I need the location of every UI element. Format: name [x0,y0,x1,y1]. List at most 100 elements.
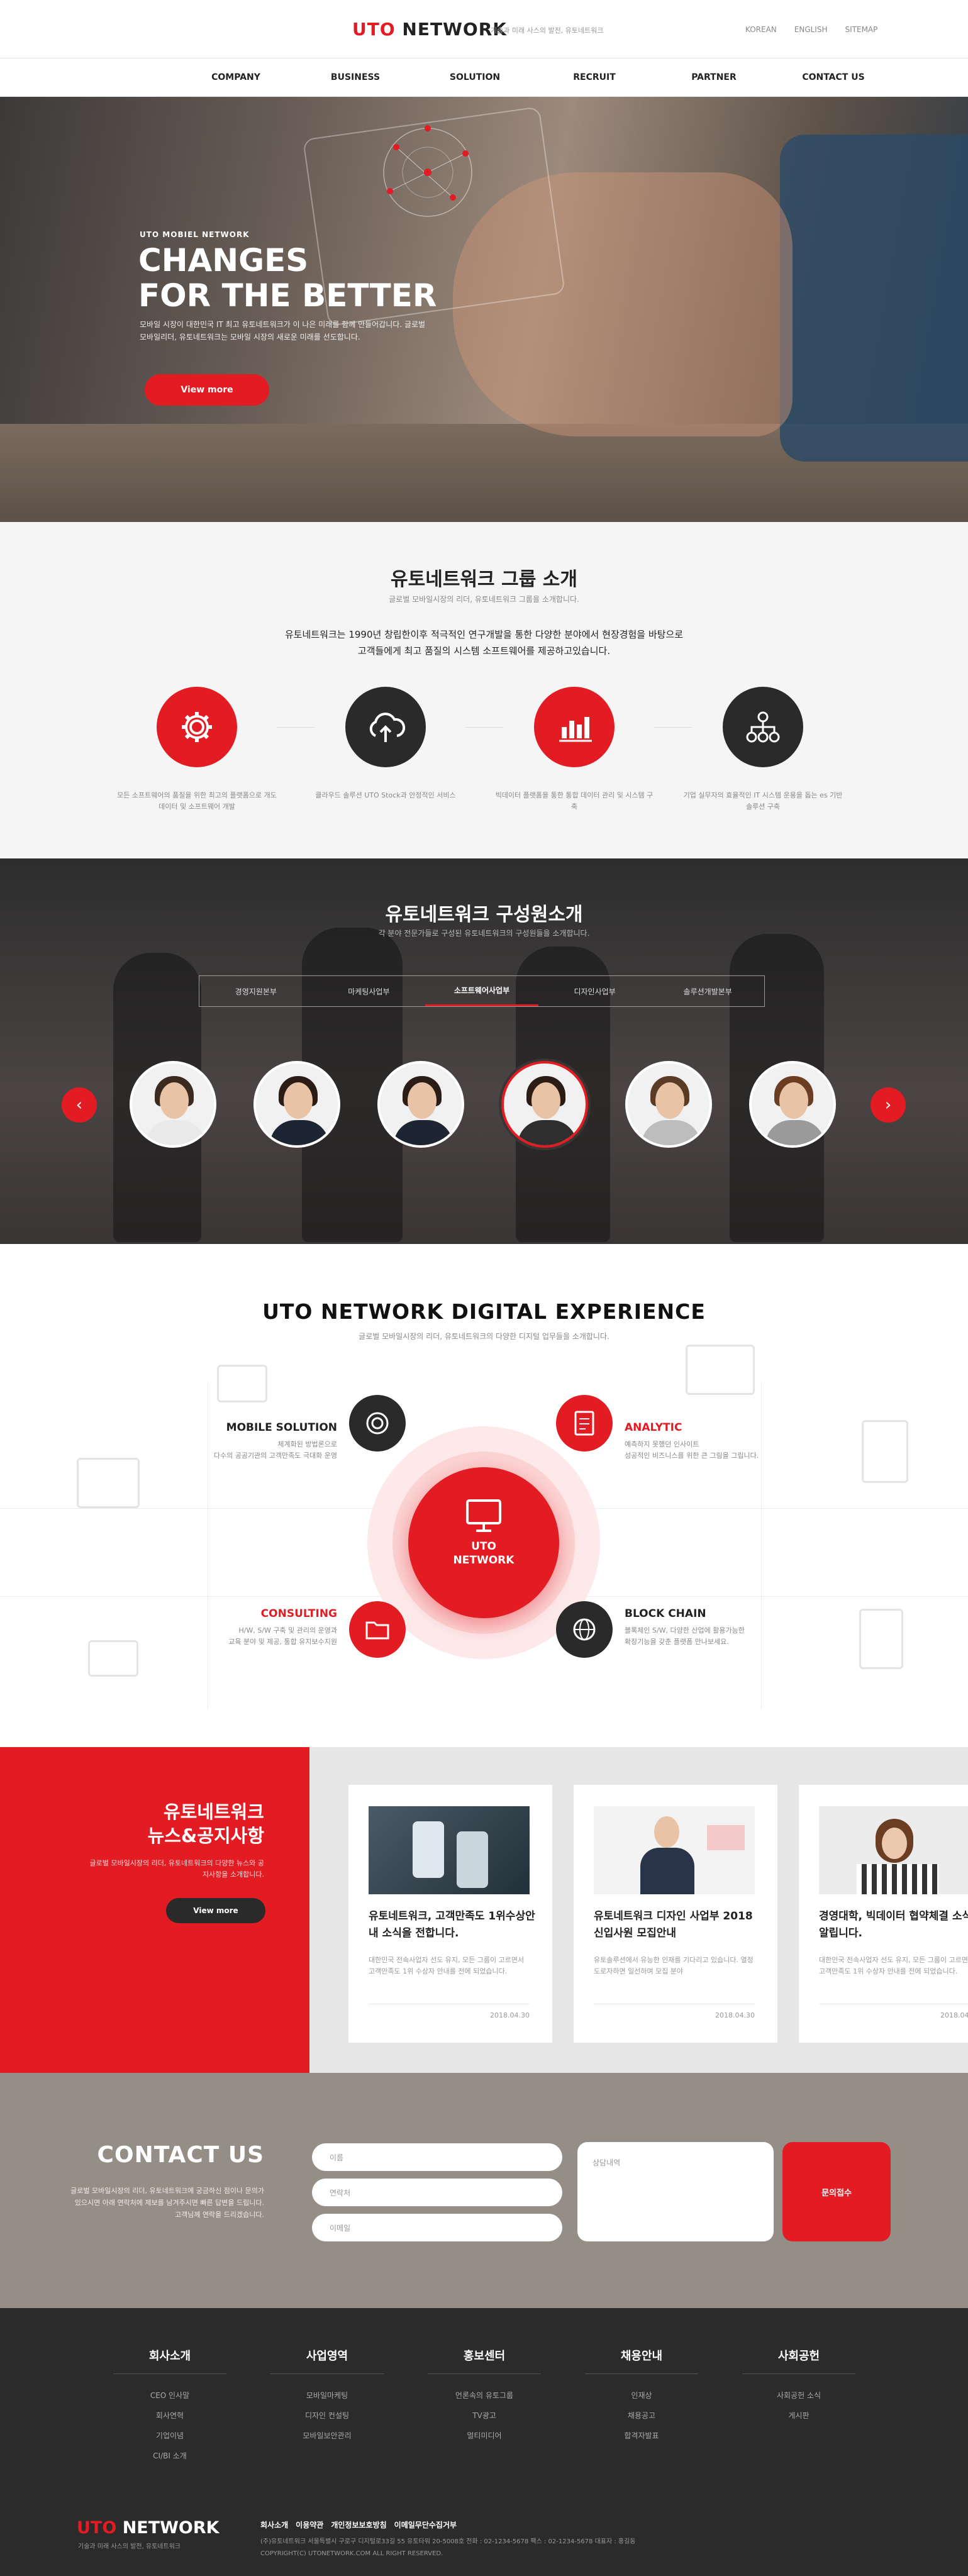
footer-link[interactable]: CEO 인사말 [113,2385,226,2406]
news-card-date: 2018.04.30 [715,2011,755,2019]
footer-link[interactable]: 모바일마케팅 [270,2385,384,2406]
member-avatar[interactable] [625,1061,712,1148]
name-input[interactable]: 이름 [312,2143,562,2171]
nav-recruit[interactable]: RECRUIT [535,72,654,82]
news-card[interactable]: 경영대학, 빅데이터 협약체결 소식을 알립니다. 대한민국 전속사업자 선도 … [799,1785,968,2043]
mobile-solution-desc: 체계화된 방법론으로 다수의 공공기관의 고객만족도 극대화 운영 [213,1440,337,1460]
nav-company[interactable]: COMPANY [176,72,296,82]
footer-privacy-link[interactable]: 개인정보보호방침 [331,2519,386,2530]
tab-marketing[interactable]: 마케팅사업부 [313,976,426,1006]
feature-item: 클라우드 솔루션 UTO Stock과 안정적인 서비스 [304,687,467,801]
news-card-desc: 유토솔루션에서 유능한 인재를 기다리고 있습니다. 열정도로자하면 일선하며 … [594,1956,754,1975]
inquiry-textarea[interactable]: 상담내역 [577,2142,774,2241]
analytics-icon [534,687,615,767]
news-view-more-button[interactable]: View more [166,1898,265,1923]
footer-email-policy-link[interactable]: 이메일무단수집거부 [394,2519,457,2530]
next-arrow-button[interactable]: › [871,1087,906,1123]
laptop-outline-icon [686,1345,755,1395]
phone-outline-icon [859,1609,903,1669]
team-section: 유토네트워크 구성원소개 각 분야 전문가들로 구성된 유토네트워크의 구성원들… [0,858,968,1244]
footer-policy-links: 회사소개 이용약관 개인정보보호방침 이메일무단수집거부 [260,2519,457,2530]
submit-inquiry-button[interactable]: 문의접수 [782,2142,891,2241]
footer-column-business: 사업영역 모바일마케팅 디자인 컨설팅 모바일보안관리 [270,2347,384,2446]
news-card-title: 유토네트워크, 고객만족도 1위수상안내 소식을 전합니다. [369,1910,535,1940]
footer-column-recruit: 채용안내 인재상 채용공고 합격자발표 [585,2347,698,2446]
digital-title: UTO NETWORK DIGITAL EXPERIENCE [262,1299,706,1324]
analytic-title: ANALYTIC [625,1421,682,1434]
header-tagline: 기술과 미래 사스의 발전, 유토네트워크 [491,26,604,35]
footer-link[interactable]: 모바일보안관리 [270,2426,384,2446]
feature-item: 빅데이터 플랫폼을 통한 통합 데이터 관리 및 시스템 구축 [492,687,656,813]
footer-link[interactable]: 인재상 [585,2385,698,2406]
footer-link[interactable]: 디자인 컨설팅 [270,2406,384,2426]
tab-management[interactable]: 경영지원본부 [199,976,313,1006]
nav-business[interactable]: BUSINESS [296,72,415,82]
nav-solution[interactable]: SOLUTION [415,72,535,82]
news-card[interactable]: 유토네트워크, 고객만족도 1위수상안내 소식을 전합니다. 대한민국 전속사업… [348,1785,552,2043]
nav-contact[interactable]: CONTACT US [774,72,893,82]
tab-software[interactable]: 소프트웨어사업부 [425,976,538,1006]
news-card-date: 2018.04.30 [490,2011,530,2019]
member-avatar[interactable] [253,1061,340,1148]
news-card[interactable]: 유토네트워크 디자인 사업부 2018 신입사원 모집안내 유토솔루션에서 유능… [574,1785,777,2043]
nav-partner[interactable]: PARTNER [654,72,774,82]
intro-subtitle: 글로벌 모바일시장의 리더, 유토네트워크 그룹을 소개합니다. [389,595,579,604]
consulting-title: CONSULTING [260,1607,337,1620]
footer-link[interactable]: 게시판 [742,2406,855,2426]
footer-link[interactable]: CI/BI 소개 [113,2446,226,2466]
feature-item: 기업 실무자의 효율적인 IT 시스템 운용을 돕는 es 기반 솔루션 구축 [681,687,845,813]
footer-link[interactable]: 채용공고 [585,2406,698,2426]
digital-subtitle: 글로벌 모바일시장의 리더, 유토네트워크의 다양한 디지털 업무들을 소개합니… [359,1332,609,1341]
news-section: 유토네트워크 뉴스&공지사항 글로벌 모바일시장의 리더, 유토네트워크의 다양한… [0,1747,968,2073]
hero-view-more-button[interactable]: View more [145,374,269,406]
footer-link[interactable]: 사회공헌 소식 [742,2385,855,2406]
footer-terms-link[interactable]: 이용약관 [296,2519,323,2530]
block-chain-title: BLOCK CHAIN [625,1607,706,1620]
news-thumbnail-businessman [594,1806,755,1894]
footer-link[interactable]: 언론속의 유토그룹 [428,2385,541,2406]
footer-link[interactable]: 멀티미디어 [428,2426,541,2446]
footer-link[interactable]: TV광고 [428,2406,541,2426]
tab-design[interactable]: 디자인사업부 [538,976,652,1006]
news-card-title: 경영대학, 빅데이터 협약체결 소식을 알립니다. [819,1910,968,1940]
footer-logo[interactable]: UTO NETWORK [77,2518,220,2538]
analytic-desc: 예측하지 못했던 인사이트 성공적인 비즈니스를 위한 큰 그림을 그립니다. [625,1440,759,1460]
email-input[interactable]: 이메일 [312,2214,562,2241]
contact-description: 글로벌 모바일시장의 리더, 유토네트워크에 궁금하신 점이나 문의가 있으시면… [70,2187,264,2219]
monitor-outline-icon [217,1365,267,1402]
network-icon [723,687,803,767]
sitemap-link[interactable]: SITEMAP [845,25,878,34]
footer-about-link[interactable]: 회사소개 [260,2519,288,2530]
gear-icon [157,687,237,767]
site-logo[interactable]: UTO NETWORK [352,19,507,40]
prev-arrow-button[interactable]: ‹ [62,1087,97,1123]
lang-korean-link[interactable]: KOREAN [745,25,777,34]
lang-english-link[interactable]: ENGLISH [794,25,828,34]
news-card-title: 유토네트워크 디자인 사업부 2018 신입사원 모집안내 [594,1910,753,1940]
intro-title: 유토네트워크 그룹 소개 [391,569,577,591]
document-icon [556,1395,613,1452]
news-card-date: 2018.04.30 [940,2011,968,2019]
main-nav: COMPANY BUSINESS SOLUTION RECRUIT PARTNE… [0,58,968,97]
grid-line [761,1382,762,1709]
cloud-upload-icon [345,687,426,767]
contact-title: CONTACT US [97,2142,264,2168]
footer-link[interactable]: 기업이념 [113,2426,226,2446]
center-label: UTO NETWORK [453,1540,515,1567]
member-avatar[interactable] [377,1061,464,1148]
news-card-desc: 대한민국 전속사업자 선도 유지, 모든 그룹이 고르면서 고객만족도 1위 수… [819,1956,968,1975]
hero-network-graphic [383,125,472,217]
target-icon [349,1395,406,1452]
phone-input[interactable]: 연락처 [312,2179,562,2206]
news-intro-panel: 유토네트워크 뉴스&공지사항 글로벌 모바일시장의 리더, 유토네트워크의 다양한… [0,1747,309,2073]
site-footer: 회사소개 CEO 인사말 회사연혁 기업이념 CI/BI 소개 사업영역 모바일… [0,2308,968,2576]
hero-title: CHANGES FOR THE BETTER [138,242,437,314]
footer-link[interactable]: 회사연혁 [113,2406,226,2426]
contact-section: CONTACT US 글로벌 모바일시장의 리더, 유토네트워크에 궁금하신 점… [0,2073,968,2308]
member-avatar-selected[interactable] [501,1061,588,1148]
language-links: KOREAN ENGLISH SITEMAP [745,25,877,34]
tab-solution[interactable]: 솔루션개발본부 [651,976,764,1006]
footer-link[interactable]: 합격자발표 [585,2426,698,2446]
member-avatar[interactable] [130,1061,216,1148]
member-avatar[interactable] [749,1061,836,1148]
